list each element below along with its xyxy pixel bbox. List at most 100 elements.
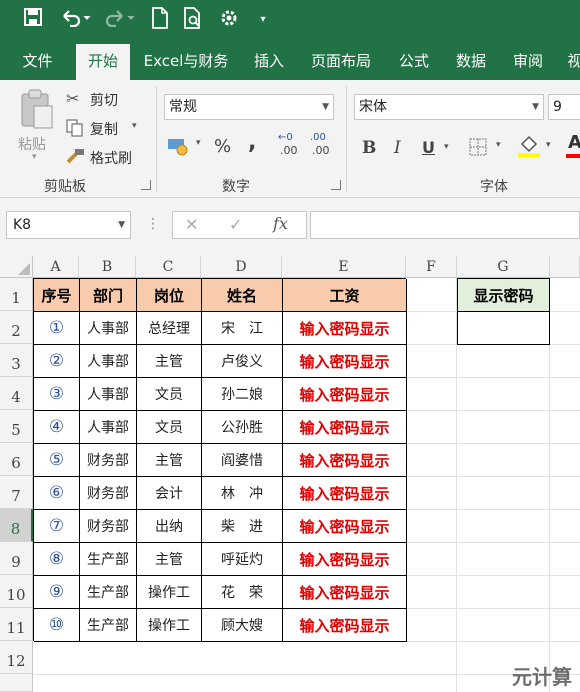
post-cell[interactable]: 主管 [137,345,202,378]
tab-home[interactable]: 开始 [76,44,130,80]
percent-button[interactable]: % [214,136,231,157]
column-header[interactable]: A [33,256,79,278]
salary-cell[interactable]: 输入密码显示 [283,576,407,609]
index-cell[interactable]: ① [34,312,80,345]
paste-button[interactable]: 粘贴 ▾ [14,88,58,166]
post-cell[interactable]: 操作工 [137,576,202,609]
salary-cell[interactable]: 输入密码显示 [283,312,407,345]
salary-cell[interactable]: 输入密码显示 [283,411,407,444]
dept-cell[interactable]: 人事部 [80,312,137,345]
borders-button[interactable]: ▾ [466,136,508,160]
fill-color-button[interactable]: ▾ [516,134,560,162]
number-dialog-launcher[interactable] [331,180,341,190]
accounting-dropdown-icon[interactable]: ▾ [196,138,201,148]
name-cell[interactable]: 孙二娘 [202,378,283,411]
select-all-corner[interactable] [0,256,33,278]
table-header-cell[interactable]: 部门 [80,279,137,312]
italic-button[interactable]: I [394,138,401,158]
index-cell[interactable]: ⑨ [34,576,80,609]
print-preview-icon[interactable] [180,7,206,33]
settings-icon[interactable] [216,7,242,33]
customize-toolbar-icon[interactable]: ▾ [250,7,276,33]
index-cell[interactable]: ⑧ [34,543,80,576]
name-cell[interactable]: 宋 江 [202,312,283,345]
bold-button[interactable]: B [362,138,376,158]
table-header-cell[interactable]: 岗位 [137,279,202,312]
name-cell[interactable]: 公孙胜 [202,411,283,444]
dept-cell[interactable]: 生产部 [80,609,137,642]
dept-cell[interactable]: 财务部 [80,444,137,477]
copy-dropdown-icon[interactable]: ▾ [132,121,137,131]
cut-button[interactable]: ✂ 剪切 [64,88,144,110]
name-cell[interactable]: 卢俊义 [202,345,283,378]
copy-button[interactable]: 复制 ▾ [64,117,144,139]
row-header[interactable]: 10 [0,575,33,608]
dept-cell[interactable]: 财务部 [80,477,137,510]
salary-cell[interactable]: 输入密码显示 [283,378,407,411]
index-cell[interactable]: ⑦ [34,510,80,543]
dept-cell[interactable]: 生产部 [80,543,137,576]
row-header[interactable]: 12 [0,641,33,674]
row-header[interactable] [0,674,33,692]
post-cell[interactable]: 操作工 [137,609,202,642]
table-header-cell[interactable]: 姓名 [202,279,283,312]
post-cell[interactable]: 出纳 [137,510,202,543]
index-cell[interactable]: ⑥ [34,477,80,510]
column-header[interactable]: B [79,256,136,278]
post-cell[interactable]: 文员 [137,378,202,411]
row-header[interactable]: 5 [0,410,33,443]
password-header-cell[interactable]: 显示密码 [457,278,550,312]
format-painter-button[interactable]: 格式刷 [64,146,144,168]
underline-button[interactable]: U [422,138,435,157]
row-header[interactable]: 1 [0,278,33,311]
dept-cell[interactable]: 人事部 [80,378,137,411]
tab-formulas[interactable]: 公式 [390,42,438,80]
salary-cell[interactable]: 输入密码显示 [283,477,407,510]
name-box[interactable]: K8 ▼ [6,211,131,239]
row-header[interactable]: 11 [0,608,33,641]
dept-cell[interactable]: 人事部 [80,411,137,444]
post-cell[interactable]: 文员 [137,411,202,444]
tab-data[interactable]: 数据 [446,42,496,80]
column-header[interactable]: F [406,256,457,278]
column-header[interactable]: C [136,256,201,278]
column-header[interactable]: D [201,256,282,278]
tab-view[interactable]: 视 [560,42,580,80]
column-header[interactable]: E [282,256,406,278]
index-cell[interactable]: ③ [34,378,80,411]
password-input-cell[interactable] [457,311,550,345]
underline-dropdown-icon[interactable]: ▾ [444,142,449,152]
font-color-button[interactable]: A [566,132,580,162]
name-cell[interactable]: 呼延灼 [202,543,283,576]
redo-icon[interactable] [102,7,138,33]
enter-icon[interactable]: ✓ [229,215,242,234]
post-cell[interactable]: 会计 [137,477,202,510]
tab-review[interactable]: 审阅 [504,42,552,80]
salary-cell[interactable]: 输入密码显示 [283,609,407,642]
new-document-icon[interactable] [147,7,173,33]
dept-cell[interactable]: 生产部 [80,576,137,609]
index-cell[interactable]: ④ [34,411,80,444]
post-cell[interactable]: 总经理 [137,312,202,345]
vertical-dots-icon[interactable]: ⋮ [146,216,160,232]
post-cell[interactable]: 主管 [137,444,202,477]
salary-cell[interactable]: 输入密码显示 [283,510,407,543]
salary-cell[interactable]: 输入密码显示 [283,543,407,576]
row-header[interactable]: 9 [0,542,33,575]
post-cell[interactable]: 主管 [137,543,202,576]
name-cell[interactable]: 柴 进 [202,510,283,543]
clipboard-dialog-launcher[interactable] [141,180,151,190]
worksheet-grid[interactable]: A B C D E F G 1 2 3 4 5 6 7 8 9 10 11 12… [0,256,580,692]
accounting-format-button[interactable]: ▾ [166,134,206,158]
name-cell[interactable]: 阎婆惜 [202,444,283,477]
salary-cell[interactable]: 输入密码显示 [283,345,407,378]
insert-function-icon[interactable]: fx [273,214,288,233]
table-header-cell[interactable]: 工资 [283,279,407,312]
increase-decimal-button[interactable]: ←0 .00 [278,132,304,160]
name-cell[interactable]: 顾大嫂 [202,609,283,642]
borders-dropdown-icon[interactable]: ▾ [496,140,501,150]
paste-dropdown-icon[interactable]: ▾ [32,152,37,162]
table-header-cell[interactable]: 序号 [34,279,80,312]
name-cell[interactable]: 花 荣 [202,576,283,609]
tab-page-layout[interactable]: 页面布局 [302,42,380,80]
